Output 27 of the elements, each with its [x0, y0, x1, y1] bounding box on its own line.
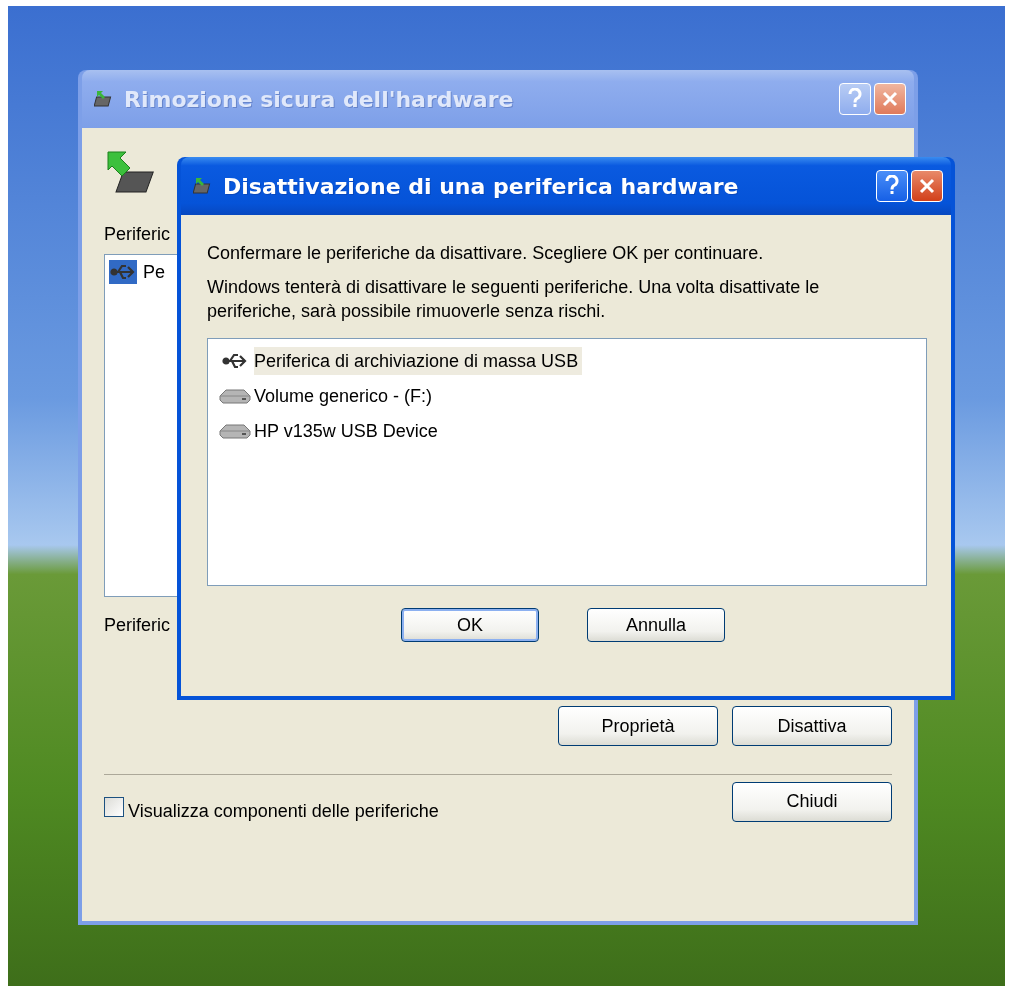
description-text: Windows tenterà di disattivare le seguenti periferiche. Una volta disattivate le periferiche, sarà possibile rimuoverle senza rischi.	[207, 276, 821, 323]
close-button[interactable]	[911, 170, 943, 202]
close-button[interactable]	[874, 83, 906, 115]
details-label: Periferic	[104, 615, 170, 637]
close-icon	[918, 177, 936, 195]
list-label: Periferic	[104, 224, 170, 246]
question-mark-icon	[884, 175, 900, 197]
device-item[interactable]: Pe	[143, 261, 166, 283]
properties-button[interactable]: Proprietà	[558, 706, 718, 746]
checkbox-label: Visualizza componenti delle periferiche	[128, 801, 440, 822]
cancel-button[interactable]: Annulla	[587, 608, 725, 642]
device-list[interactable]: Periferica di archiviazione di massa USB Volume generico - (F:) HP v135w USB Device	[207, 338, 927, 586]
question-mark-icon	[847, 88, 863, 110]
close-dialog-button[interactable]: Chiudi	[732, 781, 892, 822]
window-title: Rimozione sicura dell'hardware	[124, 86, 515, 112]
close-icon	[881, 90, 899, 108]
drive-icon	[218, 387, 252, 404]
ok-button[interactable]: OK	[401, 608, 539, 642]
help-button[interactable]	[876, 170, 908, 202]
device-item[interactable]: Periferica di archiviazione di massa USB	[254, 346, 583, 375]
checkbox[interactable]	[104, 796, 124, 817]
prompt-text: Confermare le periferiche da disattivare. Scegliere OK per continuare.	[207, 242, 765, 265]
device-item[interactable]: HP v135w USB Device	[254, 416, 442, 445]
deactivate-button[interactable]: Disattiva	[732, 706, 892, 746]
device-item[interactable]: Volume generico - (F:)	[254, 381, 437, 410]
drive-icon	[218, 422, 252, 439]
window-title: Disattivazione di una periferica hardware	[223, 173, 740, 199]
